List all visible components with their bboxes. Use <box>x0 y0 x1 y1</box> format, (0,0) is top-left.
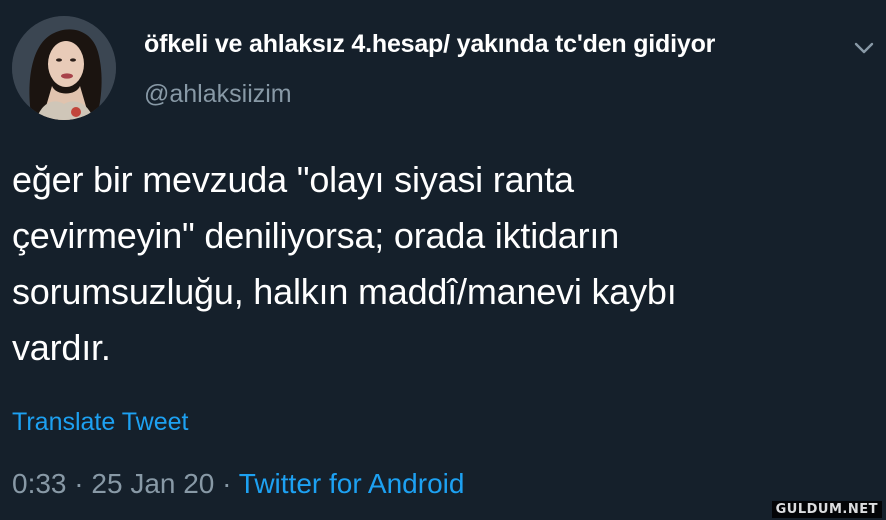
meta-separator: · <box>222 468 232 499</box>
tweet-time: 0:33 <box>12 468 67 499</box>
user-handle[interactable]: @ahlaksiizim <box>144 80 292 109</box>
tweet-source-link[interactable]: Twitter for Android <box>239 468 465 499</box>
profile-photo-icon <box>12 16 116 120</box>
meta-separator: · <box>74 468 84 499</box>
tweet-card: öfkeli ve ahlaksız 4.hesap/ yakında tc'd… <box>0 0 886 520</box>
display-name[interactable]: öfkeli ve ahlaksız 4.hesap/ yakında tc'd… <box>144 30 715 59</box>
tweet-date: 25 Jan 20 <box>91 468 215 499</box>
tweet-text: eğer bir mevzuda "olayı siyasi ranta çev… <box>12 159 677 368</box>
translate-tweet-link[interactable]: Translate Tweet <box>12 408 188 437</box>
watermark: GULDUM.NET <box>771 501 882 518</box>
chevron-down-icon[interactable] <box>852 36 876 60</box>
avatar[interactable] <box>12 16 116 120</box>
tweet-metadata: 0:33 · 25 Jan 20 · Twitter for Android <box>12 468 464 500</box>
